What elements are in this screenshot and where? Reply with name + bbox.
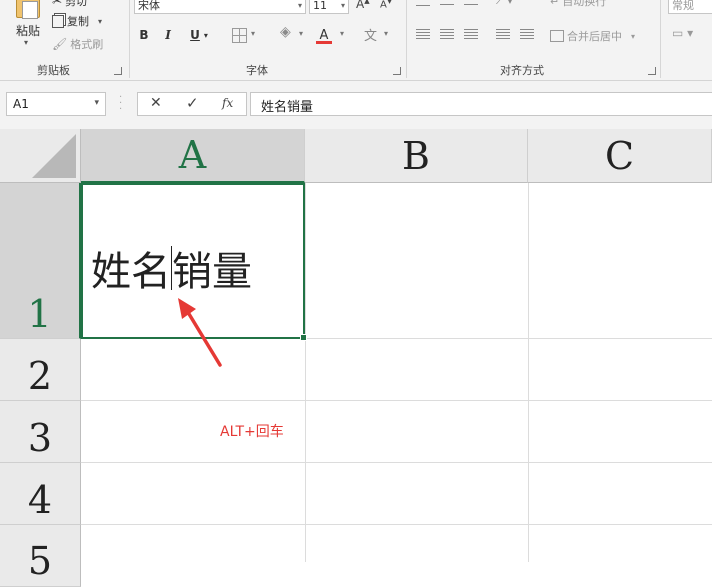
- insert-function-icon[interactable]: fx: [222, 96, 233, 110]
- annotation-text: ALT+回车: [220, 424, 284, 440]
- group-separator: [406, 0, 407, 78]
- copy-button[interactable]: 复制 ▾: [52, 13, 102, 29]
- chevron-down-icon[interactable]: ▾: [251, 29, 255, 38]
- paste-button[interactable]: 粘贴 ▾: [10, 0, 46, 50]
- select-all-triangle-icon: [32, 134, 76, 178]
- align-right-icon[interactable]: [464, 29, 478, 39]
- clipboard-group-label: 剪贴板: [37, 64, 70, 77]
- italic-button[interactable]: I: [159, 26, 177, 44]
- chevron-down-icon[interactable]: ▾: [384, 29, 388, 38]
- font-group-label: 字体: [246, 64, 268, 77]
- borders-icon[interactable]: [232, 28, 247, 43]
- increase-font-icon[interactable]: A▲: [356, 0, 370, 11]
- row-header-5[interactable]: 5: [0, 525, 81, 587]
- cell-c1[interactable]: [529, 183, 712, 338]
- cut-button[interactable]: ✂ 剪切: [52, 0, 87, 9]
- increase-indent-icon[interactable]: [520, 29, 534, 39]
- align-bottom-icon[interactable]: [464, 0, 478, 5]
- row-header-1[interactable]: 1: [0, 183, 81, 339]
- fill-color-icon[interactable]: ◈: [280, 24, 291, 40]
- bold-button[interactable]: B: [135, 26, 153, 44]
- formula-controls: ✕ ✓ fx: [137, 92, 247, 116]
- clipboard-icon: [16, 0, 40, 19]
- column-header-c[interactable]: C: [528, 129, 712, 183]
- chevron-down-icon: ▾: [94, 98, 99, 108]
- merge-cells-icon: [550, 30, 564, 42]
- chevron-down-icon: ▾: [631, 31, 636, 41]
- align-middle-icon[interactable]: [440, 0, 454, 5]
- group-separator: [660, 0, 661, 78]
- chevron-down-icon[interactable]: ▾: [24, 38, 28, 47]
- wrap-text-button[interactable]: ↵ 自动换行: [550, 0, 606, 9]
- cell-b1[interactable]: [306, 183, 528, 338]
- formula-bar: A1 ▾ · · · ✕ ✓ fx 姓名销量: [0, 81, 712, 129]
- grid-line: [81, 462, 712, 463]
- name-box[interactable]: A1 ▾: [6, 92, 106, 116]
- formula-input[interactable]: 姓名销量: [250, 92, 712, 116]
- cell-a1-text: 姓名 销量: [91, 239, 252, 297]
- font-color-icon[interactable]: A: [316, 24, 332, 44]
- select-all-button[interactable]: [0, 129, 81, 183]
- scissors-icon: ✂: [52, 0, 63, 8]
- chevron-down-icon: ▾: [297, 1, 302, 10]
- chevron-down-icon[interactable]: ▾: [340, 29, 344, 38]
- paste-label: 粘贴: [16, 24, 41, 38]
- format-painter-button[interactable]: 🖌 格式刷: [52, 36, 103, 52]
- ribbon: 粘贴 ▾ ✂ 剪切 复制 ▾ 🖌 格式刷 剪贴板 宋体 ▾ 11 ▾ A▲ A▼…: [0, 0, 712, 81]
- alignment-group-label: 对齐方式: [500, 64, 544, 77]
- red-arrow-annotation: [178, 298, 222, 367]
- row-header-3[interactable]: 3: [0, 401, 81, 463]
- currency-icon[interactable]: ▭ ▾: [672, 26, 693, 40]
- align-left-icon[interactable]: [416, 29, 430, 39]
- copy-icon: [52, 14, 64, 28]
- worksheet-grid: A B C 1 2 3 4 5 姓名 销量 ALT+回车: [0, 129, 712, 587]
- row-header-2[interactable]: 2: [0, 339, 81, 401]
- row-header-4[interactable]: 4: [0, 463, 81, 525]
- decrease-indent-icon[interactable]: [496, 29, 510, 39]
- column-header-a[interactable]: A: [81, 129, 305, 183]
- number-format-select[interactable]: 常规: [668, 0, 712, 14]
- phonetic-icon[interactable]: 文: [364, 25, 377, 44]
- paintbrush-icon: 🖌: [52, 37, 68, 51]
- chevron-down-icon[interactable]: ▾: [98, 17, 102, 26]
- alignment-dialog-launcher-icon[interactable]: [648, 67, 656, 75]
- underline-button[interactable]: U ▾: [184, 26, 214, 44]
- cancel-icon[interactable]: ✕: [150, 95, 162, 111]
- chevron-down-icon: ▾: [340, 1, 345, 10]
- chevron-down-icon[interactable]: ▾: [299, 29, 303, 38]
- decrease-font-icon[interactable]: A▼: [380, 0, 392, 10]
- align-top-icon[interactable]: [416, 0, 430, 6]
- chevron-down-icon: ▾: [203, 30, 208, 40]
- align-center-icon[interactable]: [440, 29, 454, 39]
- wrap-text-icon: ↵: [550, 0, 560, 8]
- font-size-select[interactable]: 11 ▾: [309, 0, 349, 14]
- group-separator: [129, 0, 130, 78]
- clipboard-dialog-launcher-icon[interactable]: [114, 67, 122, 75]
- font-name-select[interactable]: 宋体 ▾: [134, 0, 306, 14]
- font-dialog-launcher-icon[interactable]: [393, 67, 401, 75]
- more-options-icon: · · ·: [119, 92, 123, 115]
- merge-center-button[interactable]: 合并后居中 ▾: [550, 28, 635, 44]
- fill-handle[interactable]: [300, 334, 307, 341]
- grid-line: [81, 524, 712, 525]
- enter-check-icon[interactable]: ✓: [186, 94, 199, 112]
- column-header-b[interactable]: B: [305, 129, 528, 183]
- orientation-icon[interactable]: ⟋ ▾: [496, 0, 513, 8]
